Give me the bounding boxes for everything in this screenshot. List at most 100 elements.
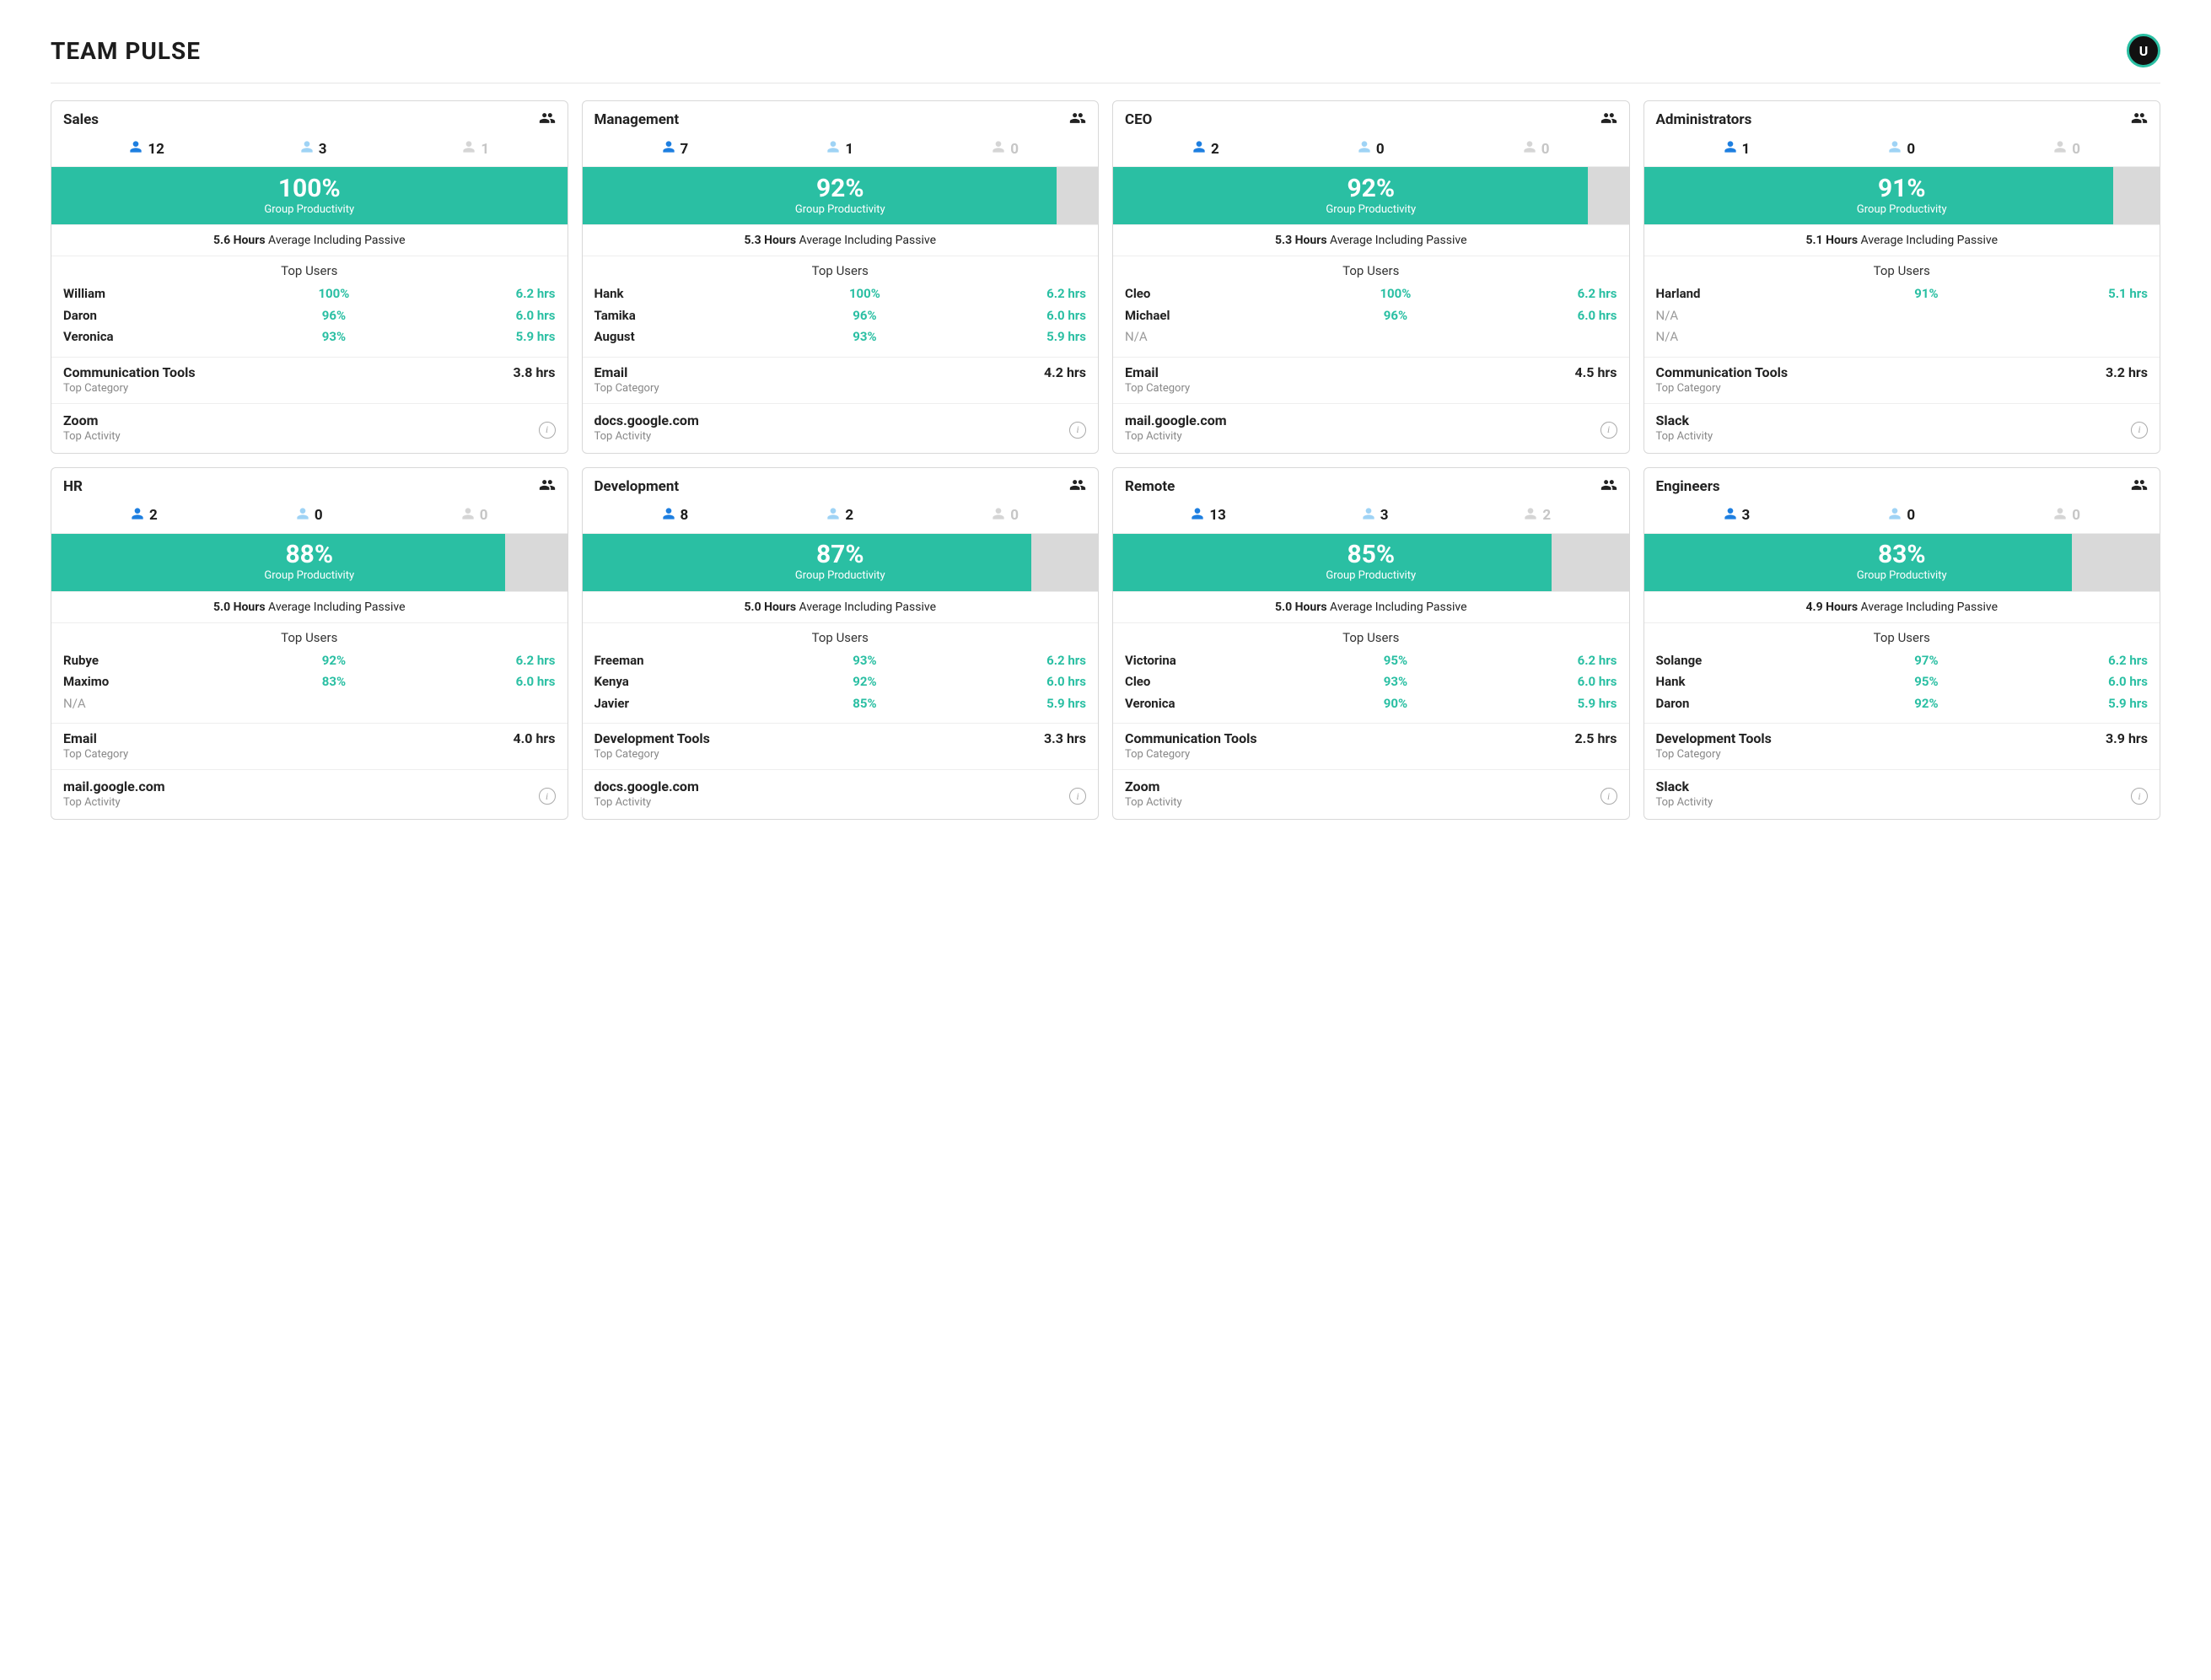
count-active-value: 3 [1742, 507, 1751, 524]
productivity-bar: 85%Group Productivity [1113, 534, 1629, 591]
productivity-label: Group Productivity [1326, 569, 1416, 582]
info-icon[interactable]: i [539, 422, 556, 439]
user-row: William100%6.2 hrs [63, 283, 556, 305]
count-offline-value: 0 [480, 507, 488, 524]
top-category-label: Top Category [63, 748, 128, 761]
top-users-section: Top UsersHank100%6.2 hrsTamika96%6.0 hrs… [583, 256, 1099, 358]
top-activity-section: SlackTop Activityi [1644, 404, 2160, 453]
user-hrs: 6.0 hrs [1469, 671, 1617, 693]
team-card[interactable]: CEO20092%Group Productivity5.3 Hours Ave… [1112, 100, 1630, 454]
top-category-name: Development Tools [1656, 730, 1772, 746]
group-icon[interactable] [1069, 477, 1086, 497]
count-idle: 0 [1888, 507, 1915, 525]
top-activity-section: SlackTop Activityi [1644, 770, 2160, 819]
info-icon[interactable]: i [2131, 422, 2148, 439]
productivity-pct: 83% [1878, 542, 1926, 568]
team-card[interactable]: HR20088%Group Productivity5.0 Hours Aver… [51, 467, 568, 821]
count-idle: 3 [300, 140, 327, 158]
group-icon[interactable] [2131, 477, 2148, 497]
productivity-text: 100%Group Productivity [51, 167, 568, 224]
group-icon[interactable] [1600, 477, 1617, 497]
team-card[interactable]: Development82087%Group Productivity5.0 H… [582, 467, 1100, 821]
top-activity-section: mail.google.comTop Activityi [1113, 404, 1629, 453]
count-offline-value: 1 [481, 141, 489, 158]
status-counts: 1332 [1113, 503, 1629, 534]
count-active: 3 [1724, 507, 1751, 525]
top-category-hrs: 4.2 hrs [1044, 364, 1086, 380]
group-icon[interactable] [1600, 110, 1617, 130]
count-offline-value: 0 [2072, 141, 2080, 158]
info-icon[interactable]: i [1600, 422, 1617, 439]
card-title: CEO [1125, 111, 1152, 128]
group-icon[interactable] [539, 477, 556, 497]
team-card[interactable]: Management71092%Group Productivity5.3 Ho… [582, 100, 1100, 454]
top-activity-name: mail.google.com [63, 778, 165, 794]
person-icon [662, 507, 675, 525]
user-row: Daron92%5.9 hrs [1656, 693, 2149, 715]
person-icon [1888, 507, 1902, 525]
top-category-name: Email [594, 364, 659, 380]
user-row: Hank100%6.2 hrs [594, 283, 1087, 305]
user-hrs: 6.0 hrs [939, 305, 1086, 327]
info-icon[interactable]: i [1069, 422, 1086, 439]
info-icon[interactable]: i [2131, 788, 2148, 805]
productivity-text: 88%Group Productivity [51, 534, 568, 591]
count-offline: 0 [2053, 507, 2080, 525]
count-offline: 0 [992, 140, 1019, 158]
user-row: Veronica90%5.9 hrs [1125, 693, 1617, 715]
user-row: Kenya92%6.0 hrs [594, 671, 1087, 693]
card-head: Management [583, 101, 1099, 137]
group-icon[interactable] [2131, 110, 2148, 130]
user-row: Freeman93%6.2 hrs [594, 650, 1087, 672]
status-counts: 100 [1644, 137, 2160, 167]
count-active-value: 8 [681, 507, 689, 524]
group-icon[interactable] [1069, 110, 1086, 130]
user-hrs: 6.0 hrs [2000, 671, 2148, 693]
person-icon [992, 140, 1005, 158]
productivity-bar: 87%Group Productivity [583, 534, 1099, 591]
user-pct: 96% [791, 305, 939, 327]
top-activity-name: docs.google.com [594, 412, 699, 428]
person-icon [1888, 140, 1902, 158]
top-activity-label: Top Activity [1656, 796, 1713, 809]
user-row: Harland91%5.1 hrs [1656, 283, 2149, 305]
info-icon[interactable]: i [539, 788, 556, 805]
top-category-section: EmailTop Category4.5 hrs [1113, 358, 1629, 404]
top-category-label: Top Category [1656, 748, 1772, 761]
user-na: N/A [1656, 326, 1853, 348]
team-card[interactable]: Engineers30083%Group Productivity4.9 Hou… [1643, 467, 2161, 821]
user-name: Maximo [63, 671, 260, 693]
count-idle: 2 [826, 507, 853, 525]
team-card[interactable]: Administrators10091%Group Productivity5.… [1643, 100, 2161, 454]
top-users-section: Top UsersCleo100%6.2 hrsMichael96%6.0 hr… [1113, 256, 1629, 358]
user-pct: 95% [1853, 671, 2000, 693]
count-active: 8 [662, 507, 689, 525]
top-users-title: Top Users [594, 630, 1087, 645]
top-activity-label: Top Activity [1656, 430, 1713, 443]
person-icon [662, 140, 675, 158]
top-category-label: Top Category [594, 748, 710, 761]
user-name: Veronica [1125, 693, 1321, 715]
top-category-name: Communication Tools [1656, 364, 1789, 380]
group-icon[interactable] [539, 110, 556, 130]
card-title: Development [594, 478, 680, 495]
top-users-title: Top Users [1125, 263, 1617, 278]
info-icon[interactable]: i [1600, 788, 1617, 805]
info-icon[interactable]: i [1069, 788, 1086, 805]
team-card[interactable]: Sales1231100%Group Productivity5.6 Hours… [51, 100, 568, 454]
top-users-title: Top Users [1125, 630, 1617, 645]
user-hrs: 6.2 hrs [1469, 650, 1617, 672]
count-offline-value: 0 [1010, 141, 1019, 158]
user-row: N/A [1656, 305, 2149, 327]
top-users-section: Top UsersHarland91%5.1 hrsN/AN/A [1644, 256, 2160, 358]
count-idle: 0 [296, 507, 323, 525]
avatar[interactable]: U [2127, 34, 2160, 67]
count-idle-value: 0 [1376, 141, 1385, 158]
team-card[interactable]: Remote133285%Group Productivity5.0 Hours… [1112, 467, 1630, 821]
status-counts: 3 0 0 [1644, 503, 2160, 534]
user-name: August [594, 326, 791, 348]
top-activity-section: mail.google.comTop Activityi [51, 770, 568, 819]
top-category-name: Communication Tools [63, 364, 196, 380]
productivity-label: Group Productivity [264, 569, 354, 582]
user-row: Veronica93%5.9 hrs [63, 326, 556, 348]
